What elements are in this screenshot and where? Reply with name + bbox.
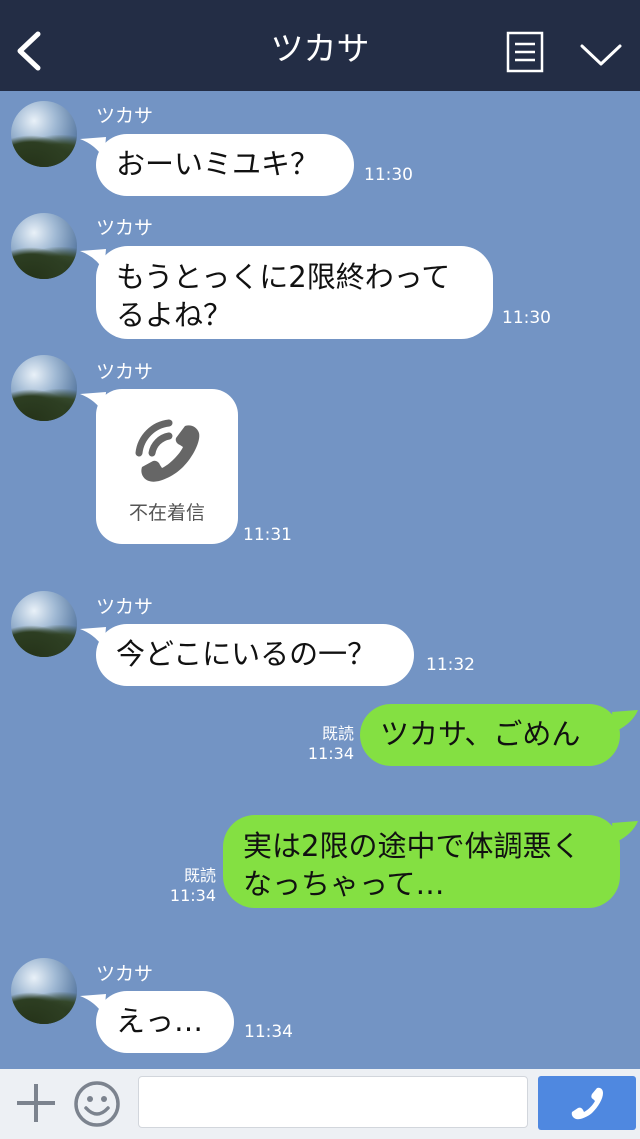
avatar[interactable] xyxy=(11,355,77,421)
sender-name: ツカサ xyxy=(96,361,154,383)
chevron-down-icon[interactable] xyxy=(578,38,624,70)
message-time: 11:34 xyxy=(244,1022,293,1042)
avatar[interactable] xyxy=(11,101,77,167)
message-time: 11:34 xyxy=(307,744,354,763)
message-input[interactable] xyxy=(138,1076,528,1128)
message-time: 11:30 xyxy=(502,308,551,328)
read-receipt: 既読 11:34 xyxy=(162,866,216,906)
message-text: ツカサ、ごめん xyxy=(380,717,581,751)
avatar-image xyxy=(11,247,77,279)
message-bubble[interactable]: おーいミユキ？ xyxy=(96,134,354,196)
plus-icon[interactable] xyxy=(14,1081,58,1125)
sender-name: ツカサ xyxy=(96,217,154,239)
chat-header: ツカサ xyxy=(0,0,640,91)
menu-list-icon[interactable] xyxy=(506,31,544,73)
emoji-icon[interactable] xyxy=(73,1080,121,1128)
message-bubble[interactable]: えっ… xyxy=(96,991,234,1053)
missed-call-label: 不在着信 xyxy=(128,502,205,524)
sender-name: ツカサ xyxy=(96,596,154,618)
avatar[interactable] xyxy=(11,591,77,657)
chat-title: ツカサ xyxy=(270,29,370,68)
message-bubble[interactable]: もうとっくに2限終わって るよね？ xyxy=(96,246,493,339)
bubble-tail xyxy=(612,710,638,732)
read-status: 既読 xyxy=(321,724,354,743)
avatar-image xyxy=(11,992,77,1024)
read-receipt: 既読 11:34 xyxy=(300,724,354,764)
message-text-line: もうとっくに2限終わって xyxy=(116,260,451,294)
message-time: 11:30 xyxy=(364,165,413,185)
sender-name: ツカサ xyxy=(96,963,154,985)
message-time: 11:31 xyxy=(243,525,292,545)
avatar[interactable] xyxy=(11,958,77,1024)
call-button[interactable] xyxy=(538,1076,636,1130)
message-time: 11:34 xyxy=(169,886,216,905)
message-bubble-outgoing[interactable]: ツカサ、ごめん xyxy=(360,704,620,766)
message-text: 今どこにいるの一？ xyxy=(116,637,377,671)
message-bubble[interactable]: 今どこにいるの一？ xyxy=(96,624,414,686)
message-text-line: なっちゃって… xyxy=(243,867,445,901)
message-bubble-outgoing[interactable]: 実は2限の途中で体調悪く なっちゃって… xyxy=(223,815,620,908)
message-input-bar xyxy=(0,1069,640,1139)
message-text: おーいミユキ？ xyxy=(116,147,320,181)
missed-call-bubble[interactable]: 不在着信 xyxy=(96,389,238,544)
message-time: 11:32 xyxy=(426,655,475,675)
phone-icon xyxy=(571,1087,603,1120)
bubble-tail xyxy=(612,821,638,843)
sender-name: ツカサ xyxy=(96,105,154,127)
read-status: 既読 xyxy=(183,866,216,885)
avatar-image xyxy=(11,135,77,167)
message-text: えっ… xyxy=(116,1004,204,1038)
phone-icon xyxy=(135,419,200,482)
avatar-image xyxy=(11,625,77,657)
avatar-image xyxy=(11,389,77,421)
message-text-line: 実は2限の途中で体調悪く xyxy=(243,829,581,863)
message-text-line: るよね？ xyxy=(116,298,233,332)
avatar[interactable] xyxy=(11,213,77,279)
